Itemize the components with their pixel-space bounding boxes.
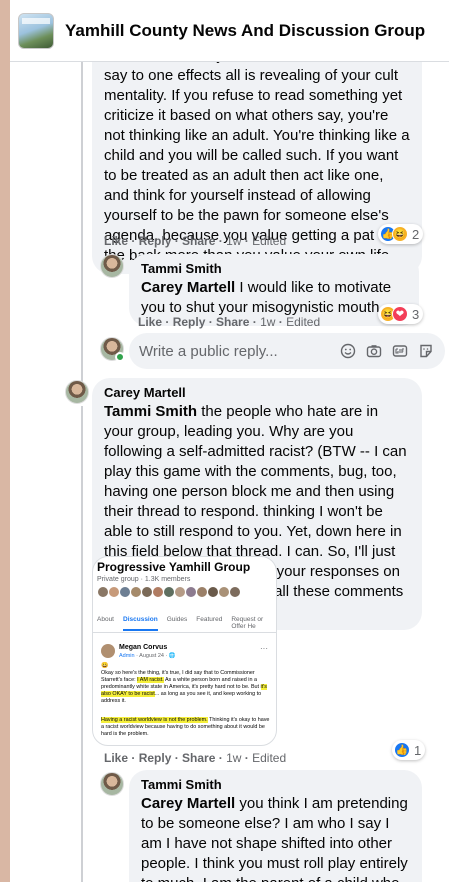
reply-text: Carey Martell you think I am pretending …	[141, 795, 408, 882]
reply-button[interactable]: Reply	[139, 234, 172, 248]
like-button[interactable]: Like	[138, 315, 162, 329]
thread-line	[81, 62, 83, 382]
reply-actions: Like · Reply · Share · 1w · Edited	[138, 315, 321, 329]
gif-icon[interactable]	[391, 342, 409, 360]
screenshot-group-subtitle: Private group · 1.3K members	[97, 576, 191, 583]
sticker-icon[interactable]	[417, 342, 435, 360]
left-edge-strip	[0, 0, 10, 882]
mention-tag[interactable]: Tammi Smith	[104, 403, 197, 420]
love-reaction-icon: ❤	[392, 306, 408, 322]
comment-text: do. The fact that you seem to believe wh…	[104, 47, 410, 264]
attached-screenshot-image[interactable]: Progressive Yamhill Group Private group …	[92, 556, 277, 746]
reply-composer[interactable]	[129, 333, 445, 369]
comment-author[interactable]: Carey Martell	[104, 384, 410, 401]
screenshot-member-avatars	[97, 586, 241, 598]
camera-icon[interactable]	[365, 342, 383, 360]
avatar[interactable]	[100, 254, 124, 278]
timestamp[interactable]: 1w	[226, 751, 241, 765]
reply-input[interactable]	[139, 342, 339, 360]
edited-label: Edited	[286, 315, 321, 329]
avatar[interactable]	[65, 380, 89, 404]
screenshot-group-title: Progressive Yamhill Group	[97, 560, 251, 574]
reply-button[interactable]: Reply	[173, 315, 206, 329]
more-options-icon: ···	[260, 644, 268, 653]
like-button[interactable]: Like	[104, 751, 128, 765]
reaction-count: 3	[412, 306, 420, 322]
share-button[interactable]: Share	[216, 315, 249, 329]
edited-label: Edited	[252, 751, 287, 765]
reaction-count: 2	[412, 226, 420, 242]
mention-tag[interactable]: Carey Martell	[141, 279, 235, 296]
screenshot-tabs: About Discussion Guides Featured Request…	[97, 616, 264, 631]
comment-actions: Like · Reply · Share · 1w · Edited	[104, 751, 287, 765]
reply-button[interactable]: Reply	[139, 751, 172, 765]
emoji-icon[interactable]	[339, 342, 357, 360]
timestamp[interactable]: 1w	[260, 315, 275, 329]
group-cover-thumbnail[interactable]	[18, 12, 54, 49]
reaction-count: 1	[414, 742, 422, 758]
avatar[interactable]	[100, 772, 124, 796]
group-title[interactable]: Yamhill County News And Discussion Group	[65, 21, 425, 41]
reaction-summary[interactable]: 😆 ❤ 3	[378, 304, 424, 324]
edited-label: Edited	[252, 234, 287, 248]
share-button[interactable]: Share	[182, 751, 215, 765]
share-button[interactable]: Share	[182, 234, 215, 248]
reply-bubble: Tammi Smith Carey Martell you think I am…	[129, 770, 422, 882]
group-header[interactable]: Yamhill County News And Discussion Group	[10, 0, 449, 62]
comment-author[interactable]: Tammi Smith	[141, 260, 407, 277]
timestamp[interactable]: 1w	[226, 234, 241, 248]
reply-text: Carey Martell I would like to motivate y…	[141, 279, 392, 316]
reaction-summary[interactable]: 👍 1	[392, 740, 426, 760]
comment-actions: Like · Reply · Share · 1w · Edited	[104, 234, 287, 248]
like-reaction-icon: 👍	[394, 742, 410, 758]
screenshot-post-body: Okay so here's the thing, it's true, I d…	[101, 670, 267, 704]
screenshot-emoji: 😀	[101, 663, 109, 669]
comment-author[interactable]: Tammi Smith	[141, 776, 410, 793]
thread-line	[81, 406, 83, 882]
reaction-summary[interactable]: 👍 😆 2	[378, 224, 424, 244]
screenshot-poster-avatar	[101, 644, 115, 658]
screenshot-poster-name: Megan Corvus	[119, 644, 168, 651]
screenshot-poster-meta: Admin · August 24 · 🌐	[119, 653, 176, 659]
screenshot-post-body-2: Having a racist worldview is not the pro…	[101, 717, 270, 737]
like-button[interactable]: Like	[104, 234, 128, 248]
online-status-indicator	[115, 352, 125, 362]
haha-reaction-icon: 😆	[392, 226, 408, 242]
mention-tag[interactable]: Carey Martell	[141, 795, 235, 812]
